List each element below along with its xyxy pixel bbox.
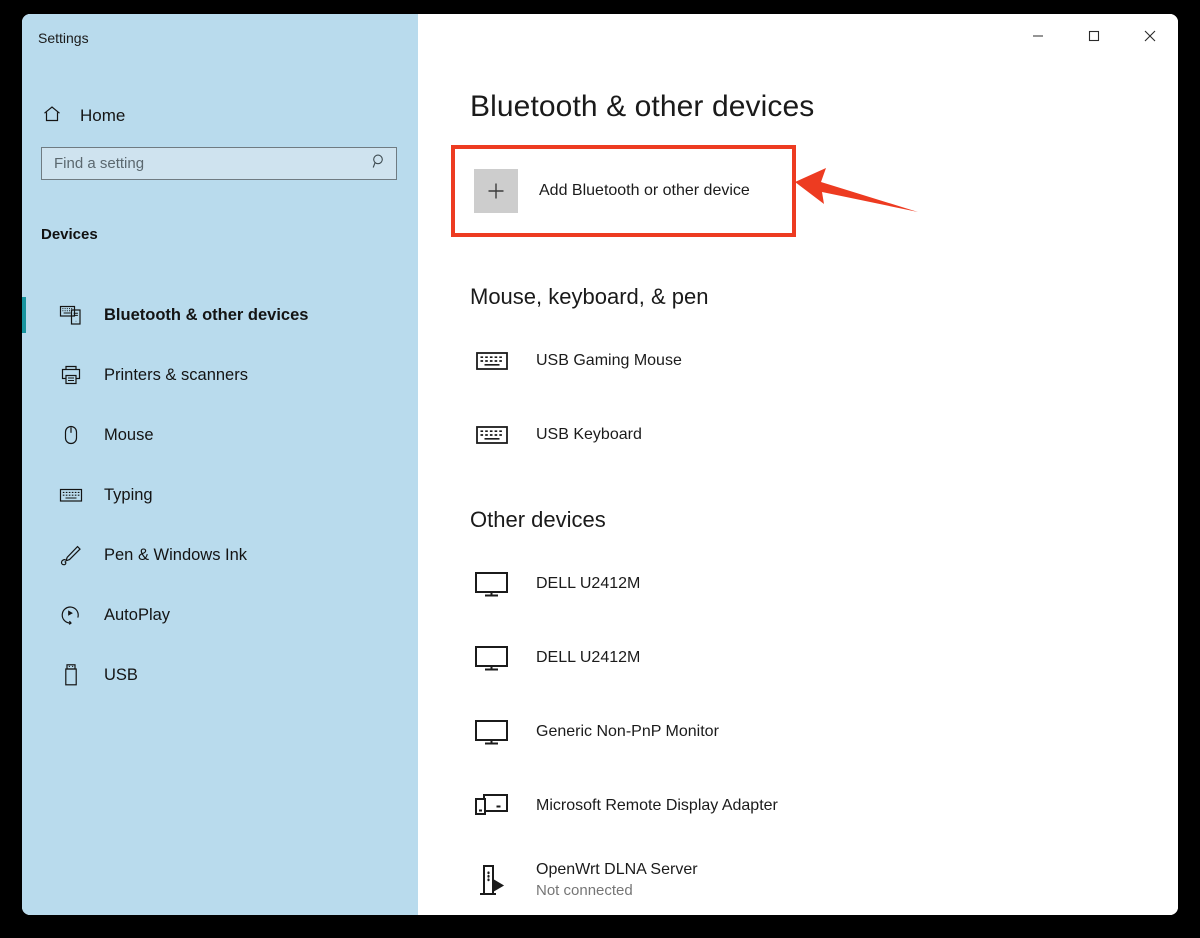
sidebar-item-typing[interactable]: Typing <box>22 465 418 525</box>
section-title: Mouse, keyboard, & pen <box>470 284 709 309</box>
sidebar-item-label: Bluetooth & other devices <box>104 305 309 324</box>
device-name: DELL U2412M <box>536 575 641 592</box>
section-mouse-keyboard-pen: Mouse, keyboard, & pen USB Gaming Mouse <box>470 284 1110 472</box>
add-bluetooth-device-button[interactable]: Add Bluetooth or other device <box>455 149 792 233</box>
sidebar-item-autoplay[interactable]: AutoPlay <box>22 585 418 645</box>
add-device-label: Add Bluetooth or other device <box>539 182 750 199</box>
keyboard-icon <box>58 486 84 504</box>
home-icon <box>42 104 62 129</box>
device-name: OpenWrt DLNA Server <box>536 861 698 878</box>
sidebar-item-label: Typing <box>104 485 153 504</box>
pen-icon <box>58 544 84 566</box>
close-button[interactable] <box>1122 14 1178 58</box>
device-name: DELL U2412M <box>536 649 641 666</box>
device-name: Generic Non-PnP Monitor <box>536 723 719 740</box>
window-controls <box>1010 14 1178 58</box>
main-content: Bluetooth & other devices Add Bluetooth … <box>418 14 1178 915</box>
device-status: Not connected <box>536 882 633 899</box>
device-name: USB Keyboard <box>536 426 642 443</box>
minimize-button[interactable] <box>1010 14 1066 58</box>
add-device-highlight-box: Add Bluetooth or other device <box>451 145 796 237</box>
device-name: Microsoft Remote Display Adapter <box>536 797 778 814</box>
keyboard-icon <box>470 349 514 373</box>
device-row[interactable]: Microsoft Remote Display Adapter <box>470 769 1110 843</box>
sidebar-item-usb[interactable]: USB <box>22 645 418 705</box>
sidebar-item-label: Printers & scanners <box>104 365 248 384</box>
usb-icon <box>58 663 84 687</box>
sidebar-item-home[interactable]: Home <box>34 96 404 136</box>
sidebar-nav-list: Bluetooth & other devices Printers & sca… <box>22 285 418 705</box>
plus-icon <box>474 169 518 213</box>
device-row[interactable]: USB Keyboard <box>470 398 1110 472</box>
section-other-devices: Other devices DELL U2412M DELL U2412M Ge… <box>470 507 1110 915</box>
monitor-icon <box>470 644 514 672</box>
monitor-icon <box>470 570 514 598</box>
keyboard-icon <box>470 423 514 447</box>
search-icon[interactable] <box>371 153 388 175</box>
device-name: USB Gaming Mouse <box>536 352 682 369</box>
sidebar-item-label: USB <box>104 665 138 684</box>
autoplay-icon <box>58 604 84 626</box>
mouse-icon <box>58 424 84 446</box>
sidebar-item-printers-scanners[interactable]: Printers & scanners <box>22 345 418 405</box>
sidebar: Settings Home Devices <box>22 14 418 915</box>
device-row[interactable]: OpenWrt DLNA Server Not connected <box>470 843 1110 915</box>
sidebar-item-label: AutoPlay <box>104 605 171 624</box>
device-row[interactable]: Generic Non-PnP Monitor <box>470 695 1110 769</box>
device-row[interactable]: DELL U2412M <box>470 621 1110 695</box>
sidebar-item-mouse[interactable]: Mouse <box>22 405 418 465</box>
settings-window: Settings Home Devices <box>22 14 1178 915</box>
section-title: Other devices <box>470 507 606 532</box>
bluetooth-devices-icon <box>58 304 84 326</box>
device-row[interactable]: DELL U2412M <box>470 547 1110 621</box>
search-input[interactable] <box>54 155 371 172</box>
device-row[interactable]: USB Gaming Mouse <box>470 324 1110 398</box>
sidebar-item-label: Pen & Windows Ink <box>104 545 248 564</box>
sidebar-item-pen-windows-ink[interactable]: Pen & Windows Ink <box>22 525 418 585</box>
remote-display-icon <box>470 792 514 820</box>
sidebar-item-bluetooth-other-devices[interactable]: Bluetooth & other devices <box>22 285 418 345</box>
search-box[interactable] <box>41 147 397 180</box>
sidebar-category-heading: Devices <box>41 226 98 243</box>
page-title: Bluetooth & other devices <box>470 90 815 123</box>
sidebar-item-label: Mouse <box>104 425 154 444</box>
home-label: Home <box>80 106 126 125</box>
maximize-button[interactable] <box>1066 14 1122 58</box>
media-server-icon <box>470 863 514 897</box>
monitor-icon <box>470 718 514 746</box>
app-title: Settings <box>38 30 89 46</box>
printer-icon <box>58 364 84 386</box>
